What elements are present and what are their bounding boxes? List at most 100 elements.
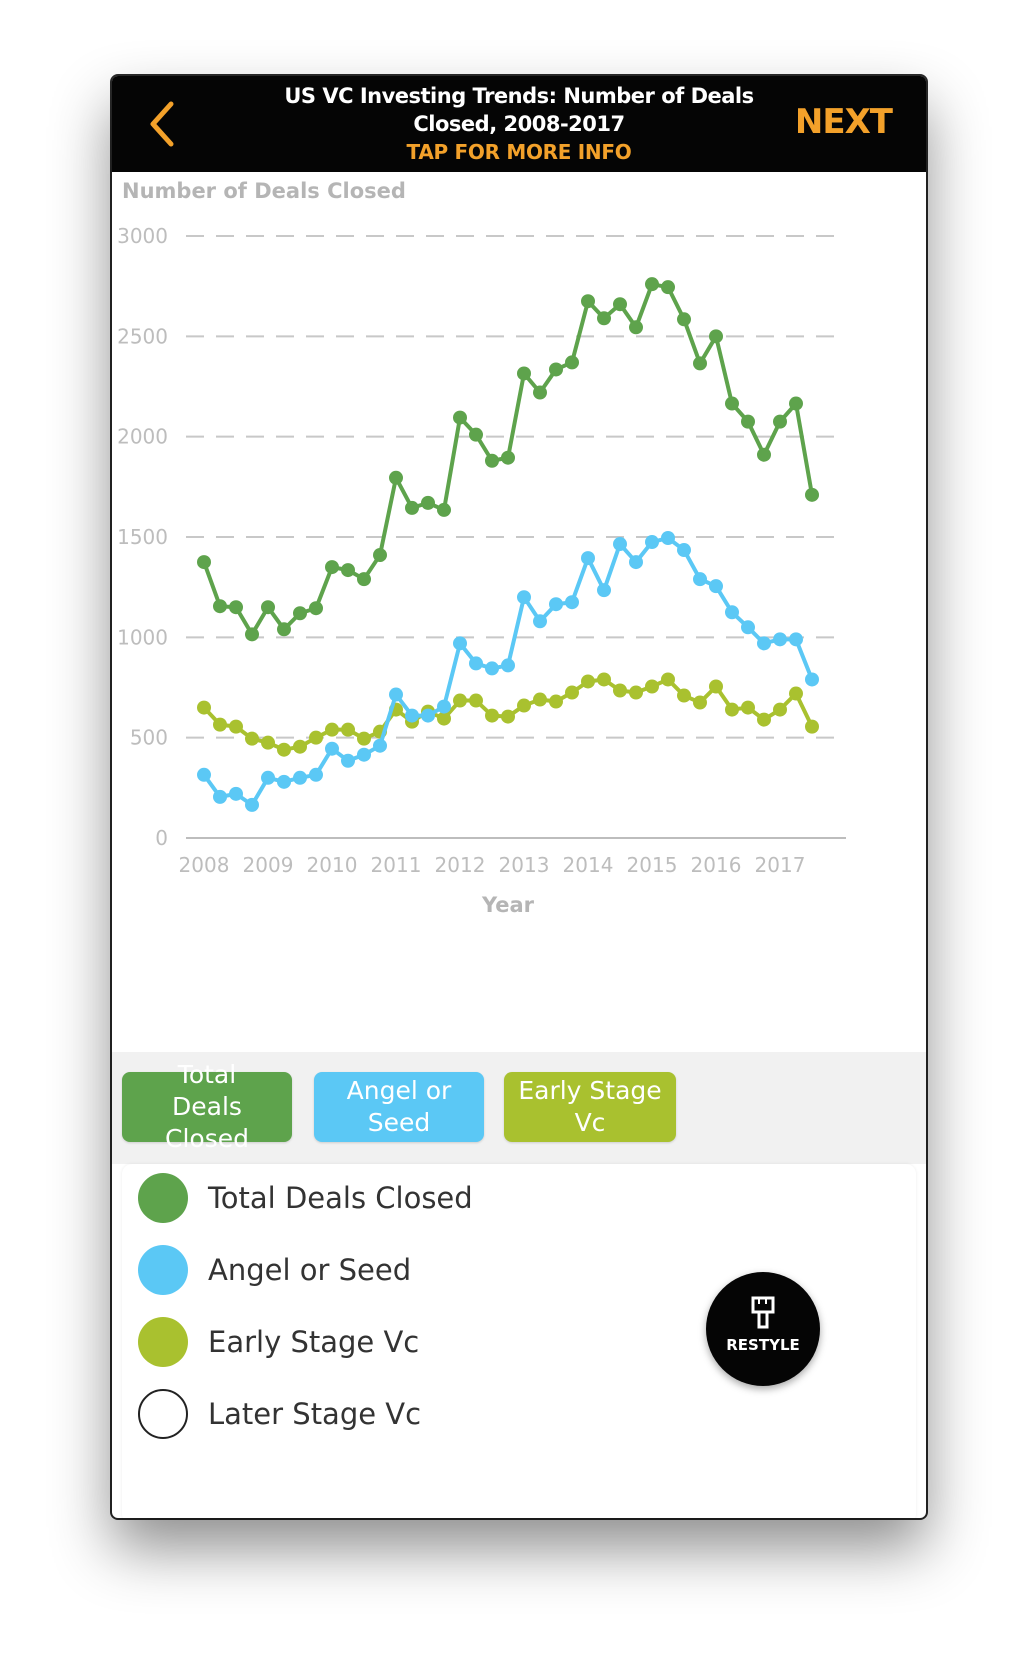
data-point	[405, 708, 419, 723]
series-button-angel-seed[interactable]: Angel or Seed	[314, 1072, 484, 1142]
data-point	[229, 600, 243, 615]
series-button-label: Early Stage Vc	[518, 1076, 662, 1137]
data-point	[405, 500, 419, 515]
series-button-total-deals[interactable]: Total Deals Closed	[122, 1060, 292, 1153]
x-tick-label: 2014	[563, 853, 614, 877]
data-point	[325, 560, 339, 575]
x-tick-label: 2008	[179, 853, 230, 877]
data-point	[789, 686, 803, 701]
data-point	[613, 297, 627, 312]
data-point	[725, 605, 739, 620]
legend-label: Later Stage Vc	[208, 1397, 422, 1431]
data-point	[453, 410, 467, 425]
data-point	[501, 658, 515, 673]
data-point	[517, 366, 531, 381]
data-point	[693, 695, 707, 710]
data-point	[581, 551, 595, 566]
tap-for-more-info-link[interactable]: TAP FOR MORE INFO	[262, 138, 776, 166]
x-tick-label: 2012	[435, 853, 486, 877]
data-point	[277, 622, 291, 637]
data-point	[773, 702, 787, 717]
x-tick-label: 2009	[243, 853, 294, 877]
data-point	[677, 543, 691, 558]
data-point	[805, 487, 819, 502]
series-button-early-stage[interactable]: Early Stage Vc	[504, 1072, 676, 1142]
paintbrush-icon	[751, 1296, 775, 1329]
back-button[interactable]	[142, 98, 182, 150]
line-chart: Number of Deals Closed 0 500 1000 1500 2000 25…	[117, 179, 846, 917]
data-point	[805, 719, 819, 734]
data-point	[549, 694, 563, 709]
data-point	[693, 572, 707, 587]
data-point	[549, 362, 563, 377]
data-point	[197, 555, 211, 570]
data-point	[389, 687, 403, 702]
data-point	[645, 277, 659, 292]
title-line-2: Closed, 2008-2017	[413, 112, 625, 136]
legend-label: Early Stage Vc	[208, 1325, 420, 1359]
x-tick-label: 2017	[755, 853, 806, 877]
data-point	[229, 786, 243, 801]
y-tick-label: 500	[130, 726, 168, 750]
data-point	[485, 708, 499, 723]
data-point	[629, 685, 643, 700]
data-point	[341, 722, 355, 737]
data-point	[469, 427, 483, 442]
data-point	[245, 731, 259, 746]
data-point	[565, 355, 579, 370]
data-point	[805, 672, 819, 687]
data-point	[485, 661, 499, 676]
legend-item-early-stage[interactable]: Early Stage Vc	[138, 1314, 419, 1370]
y-tick-label: 3000	[117, 224, 168, 248]
data-point	[757, 636, 771, 651]
data-point	[533, 692, 547, 707]
data-point	[325, 741, 339, 756]
data-point	[309, 601, 323, 616]
data-point	[741, 700, 755, 715]
data-point	[437, 502, 451, 517]
data-point	[517, 590, 531, 605]
data-point	[277, 774, 291, 789]
data-point	[293, 739, 307, 754]
data-point	[565, 595, 579, 610]
data-point	[645, 535, 659, 550]
data-point	[757, 447, 771, 462]
y-tick-label: 1000	[117, 625, 168, 649]
chevron-left-icon	[150, 101, 174, 147]
legend-item-angel-seed[interactable]: Angel or Seed	[138, 1242, 411, 1298]
data-point	[437, 711, 451, 726]
legend-item-total-deals[interactable]: Total Deals Closed	[138, 1170, 473, 1226]
data-point	[197, 767, 211, 782]
data-point	[597, 672, 611, 687]
data-point	[517, 698, 531, 713]
data-point	[661, 280, 675, 295]
data-point	[709, 579, 723, 594]
next-button[interactable]: NEXT	[795, 102, 893, 142]
data-point	[341, 563, 355, 578]
data-point	[613, 537, 627, 552]
x-tick-label: 2010	[307, 853, 358, 877]
data-point	[389, 470, 403, 485]
data-point	[357, 572, 371, 587]
data-point	[725, 702, 739, 717]
data-point	[741, 620, 755, 635]
data-point	[597, 311, 611, 326]
data-point	[773, 414, 787, 429]
data-point	[325, 722, 339, 737]
data-point	[293, 606, 307, 621]
legend-item-later-stage[interactable]: Later Stage Vc	[138, 1386, 421, 1442]
data-point	[757, 712, 771, 727]
title-line-1: US VC Investing Trends: Number of Deals	[284, 84, 754, 108]
y-tick-label: 2500	[117, 324, 168, 348]
restyle-button[interactable]: RESTYLE	[706, 1272, 820, 1386]
data-point	[197, 700, 211, 715]
data-point	[725, 396, 739, 411]
data-point	[245, 797, 259, 812]
restyle-label: RESTYLE	[726, 1336, 800, 1354]
data-point	[773, 632, 787, 647]
data-point	[341, 753, 355, 768]
data-point	[293, 770, 307, 785]
data-point	[309, 767, 323, 782]
legend-swatch	[138, 1245, 188, 1295]
data-point	[245, 627, 259, 642]
